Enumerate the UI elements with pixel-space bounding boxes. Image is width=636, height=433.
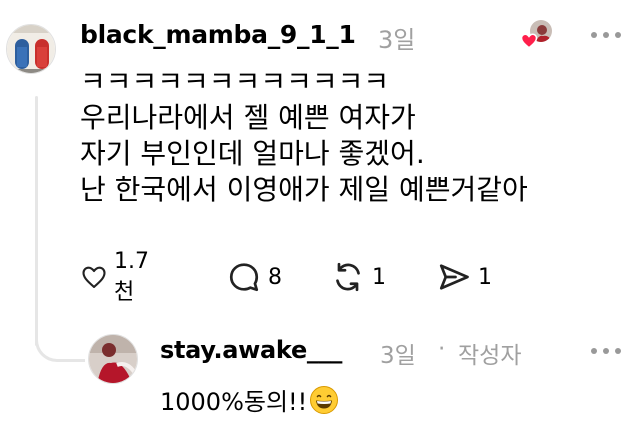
more-dots-icon[interactable] — [588, 30, 624, 40]
more-dots-icon[interactable] — [588, 346, 624, 356]
thread-line — [35, 96, 38, 346]
heart-outline-icon — [82, 266, 106, 288]
thread-connector-curve — [35, 320, 85, 362]
grinning-face-emoji — [310, 385, 339, 414]
share-button[interactable]: 1 — [436, 257, 492, 297]
comment-button[interactable]: 8 — [226, 257, 282, 297]
comment-line: 우리나라에서 젤 예쁜 여자가 — [80, 101, 416, 134]
repost-arrows-icon — [336, 262, 360, 292]
avatar-stay-awake[interactable] — [88, 334, 138, 384]
username[interactable]: black_mamba_9_1_1 — [80, 20, 356, 49]
reply-username[interactable]: stay.awake___ — [160, 336, 342, 364]
share-count: 1 — [478, 264, 492, 290]
avatar-black-mamba[interactable] — [6, 24, 56, 74]
send-plane-icon — [439, 264, 469, 290]
liked-by-author-badge[interactable] — [520, 18, 554, 52]
comment-line: 난 한국에서 이영애가 제일 예쁜거같아 — [80, 173, 528, 206]
comment-count: 8 — [268, 264, 282, 290]
reply-body: 1000%동의!! — [160, 382, 339, 417]
red-heart-icon — [520, 33, 538, 49]
meta-separator: · — [438, 336, 446, 362]
comment-body: ㅋㅋㅋㅋㅋㅋㅋㅋㅋㅋㅋㅋ 우리나라에서 젤 예쁜 여자가 자기 부인인데 얼마나… — [80, 64, 528, 208]
repost-button[interactable]: 1 — [330, 257, 386, 297]
reply-text: 1000%동의!! — [160, 388, 308, 416]
comment-line: ㅋㅋㅋㅋㅋㅋㅋㅋㅋㅋㅋㅋ — [80, 65, 390, 98]
like-count: 1.7천 — [114, 248, 150, 305]
like-button[interactable]: 1.7천 — [80, 249, 157, 305]
comment-line: 자기 부인인데 얼마나 좋겠어. — [80, 137, 425, 170]
timestamp: 3일 — [378, 26, 416, 54]
repost-count: 1 — [372, 264, 386, 290]
author-tag: 작성자 — [458, 343, 522, 369]
reply-timestamp: 3일 — [380, 343, 416, 369]
speech-bubble-icon — [229, 263, 259, 292]
